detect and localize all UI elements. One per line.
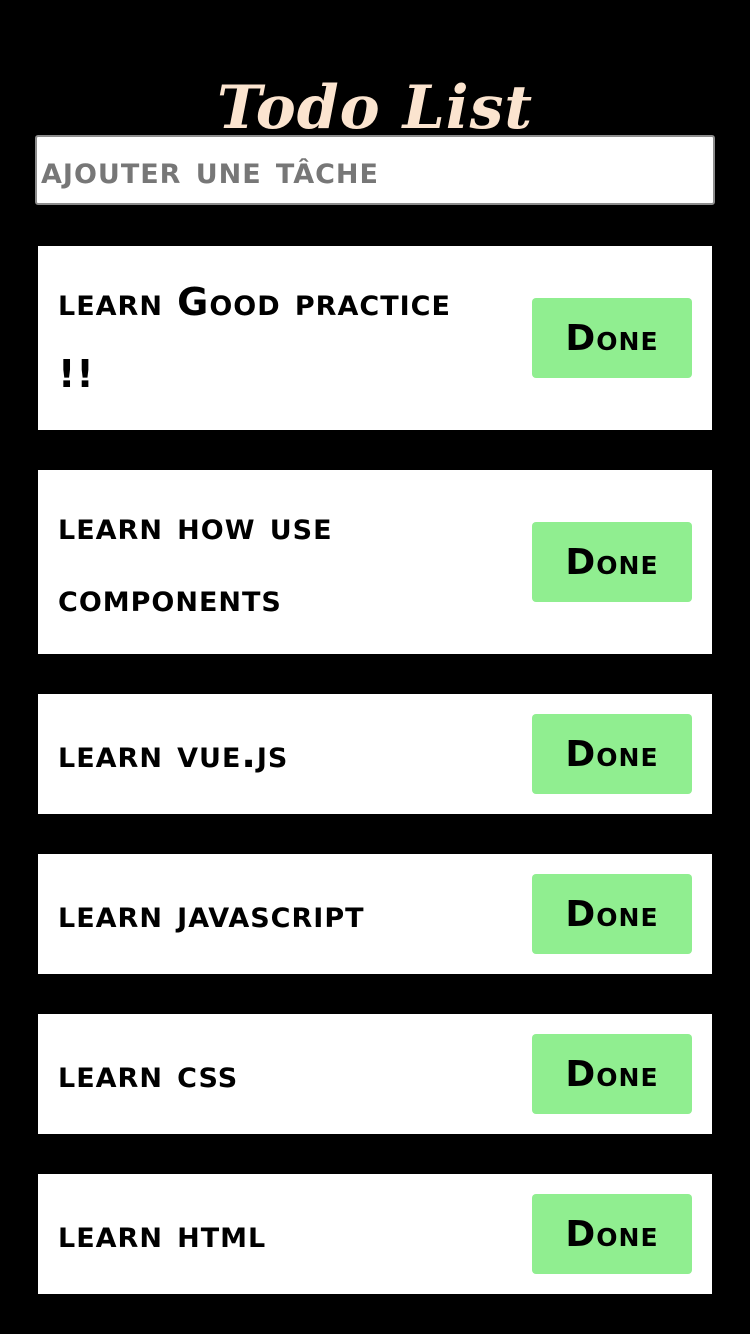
todo-text: learn css — [58, 1052, 239, 1096]
todo-text: learn html — [58, 1212, 267, 1256]
done-button[interactable]: Done — [532, 874, 692, 954]
todo-item: learn html Done — [38, 1174, 712, 1294]
todo-item: learn Good practice !! Done — [38, 246, 712, 430]
todo-item: learn css Done — [38, 1014, 712, 1134]
done-button[interactable]: Done — [532, 522, 692, 602]
todo-item: learn vue.js Done — [38, 694, 712, 814]
todo-list: learn Good practice !! Done learn how us… — [38, 246, 712, 1334]
done-button[interactable]: Done — [532, 1194, 692, 1274]
todo-text: learn Good practice !! — [58, 280, 451, 396]
done-button[interactable]: Done — [532, 714, 692, 794]
todo-item: learn how use components Done — [38, 470, 712, 654]
todo-text: learn vue.js — [58, 732, 289, 776]
todo-text: learn how use components — [58, 504, 333, 620]
done-button[interactable]: Done — [532, 1034, 692, 1114]
todo-text: learn javascript — [58, 892, 365, 936]
add-task-input[interactable] — [35, 135, 715, 205]
done-button[interactable]: Done — [532, 298, 692, 378]
todo-item: learn javascript Done — [38, 854, 712, 974]
